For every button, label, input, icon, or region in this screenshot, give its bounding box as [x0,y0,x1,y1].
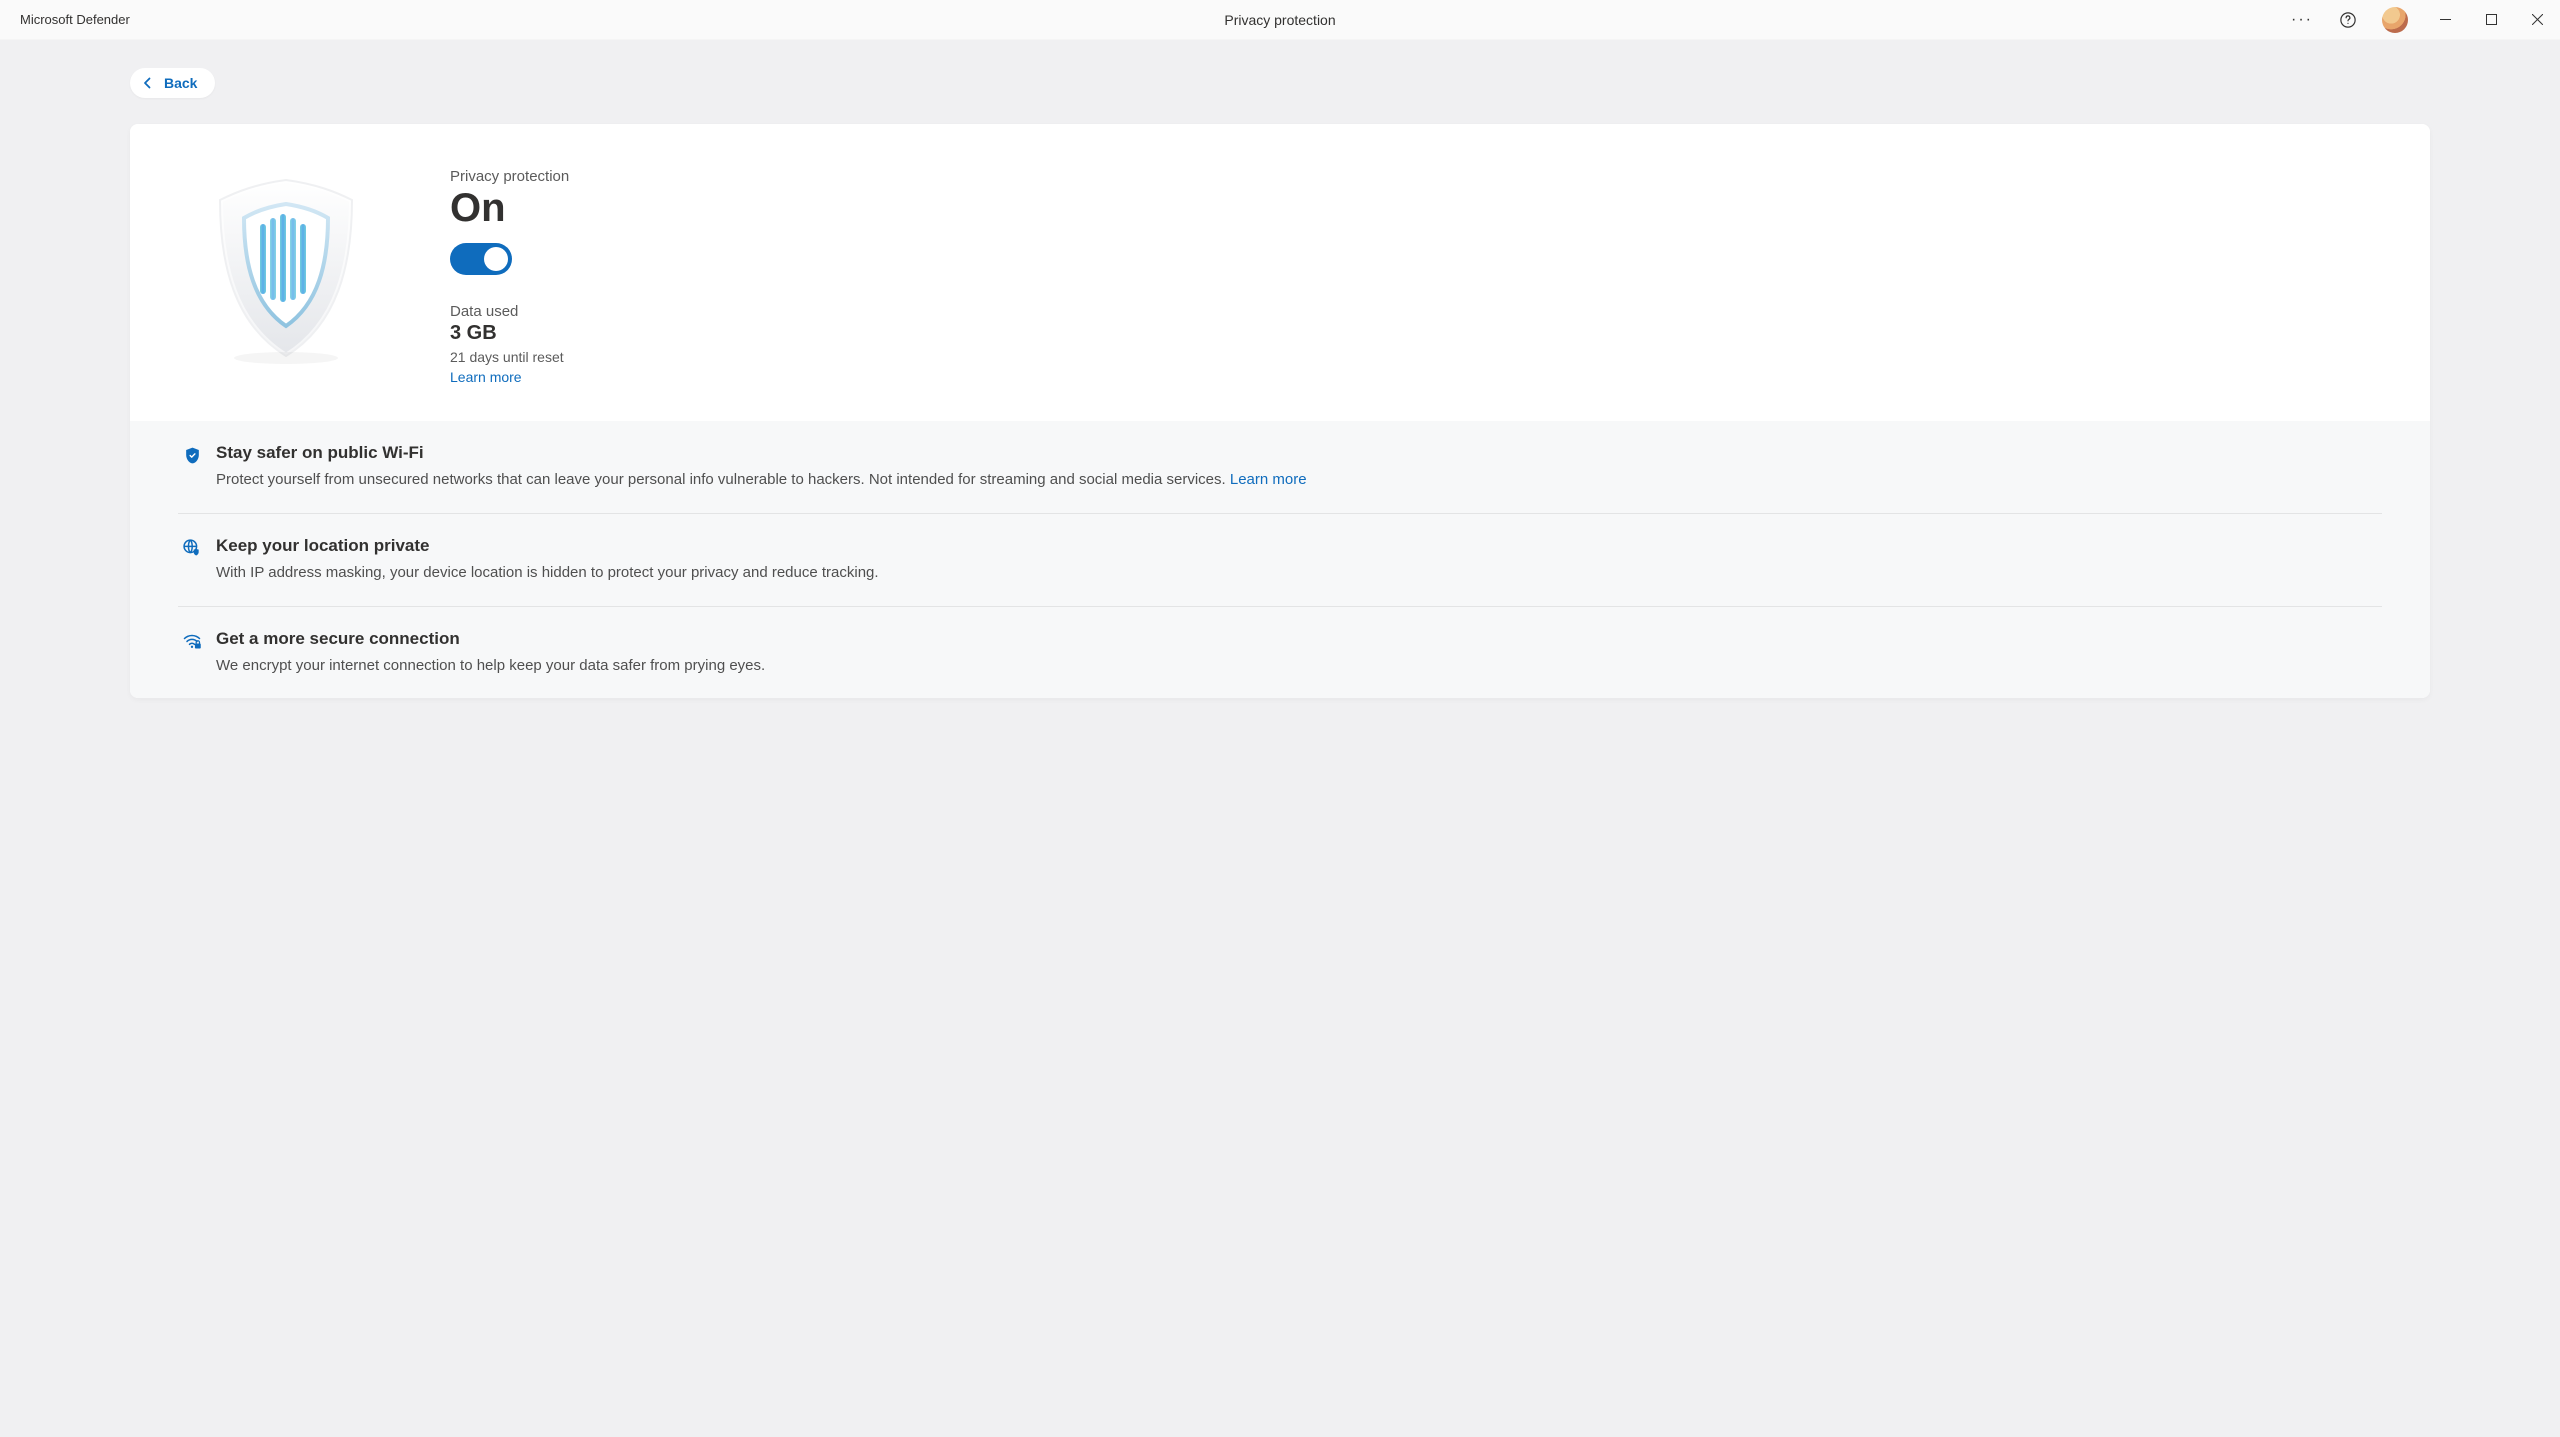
close-icon [2532,14,2543,25]
feature-location: Keep your location private With IP addre… [178,514,2382,607]
card-top: Privacy protection On Data used 3 GB 21 … [130,124,2430,421]
features-section: Stay safer on public Wi-Fi Protect yours… [130,421,2430,698]
status-block: Privacy protection On Data used 3 GB 21 … [450,168,2382,387]
feature-title: Keep your location private [216,536,2378,556]
back-label: Back [164,75,197,91]
page-title: Privacy protection [1224,12,1335,28]
feature-wifi: Stay safer on public Wi-Fi Protect yours… [178,421,2382,514]
feature-desc: With IP address masking, your device loc… [216,562,2378,584]
shield-icon [206,174,366,364]
globe-shield-icon [182,538,202,558]
close-button[interactable] [2514,0,2560,40]
minimize-icon [2440,14,2451,25]
data-used-label: Data used [450,303,2382,320]
wifi-lock-icon [182,631,202,651]
user-avatar[interactable] [2382,7,2408,33]
shield-illustration [186,168,386,364]
feature-title: Stay safer on public Wi-Fi [216,443,2378,463]
feature-desc-text: Protect yourself from unsecured networks… [216,471,1230,488]
maximize-button[interactable] [2468,0,2514,40]
ellipsis-icon: ··· [2291,11,2313,29]
data-reset-info: 21 days until reset [450,349,2382,365]
feature-desc-text: With IP address masking, your device loc… [216,564,879,581]
help-button[interactable] [2328,0,2368,40]
feature-title: Get a more secure connection [216,629,2378,649]
privacy-toggle[interactable] [450,243,512,275]
chevron-left-icon [142,77,154,89]
feature-desc: We encrypt your internet connection to h… [216,655,2378,677]
content-area: Back [0,40,2560,1437]
status-section-label: Privacy protection [450,168,2382,185]
data-learn-more-link[interactable]: Learn more [450,369,522,385]
minimize-button[interactable] [2422,0,2468,40]
feature-secure-conn: Get a more secure connection We encrypt … [178,607,2382,699]
status-value: On [450,187,2382,229]
titlebar-right: ··· [2282,0,2560,40]
titlebar: Microsoft Defender Privacy protection ··… [0,0,2560,40]
feature-desc: Protect yourself from unsecured networks… [216,469,2378,491]
feature-learn-more-link[interactable]: Learn more [1230,471,1307,488]
data-used-value: 3 GB [450,322,2382,345]
maximize-icon [2486,14,2497,25]
window-controls [2422,0,2560,40]
privacy-card: Privacy protection On Data used 3 GB 21 … [130,124,2430,698]
back-button[interactable]: Back [130,68,215,98]
more-options-button[interactable]: ··· [2282,0,2322,40]
shield-check-icon [182,445,202,465]
feature-desc-text: We encrypt your internet connection to h… [216,657,765,674]
help-icon [2339,11,2357,29]
toggle-knob [484,247,508,271]
app-name: Microsoft Defender [20,12,130,27]
